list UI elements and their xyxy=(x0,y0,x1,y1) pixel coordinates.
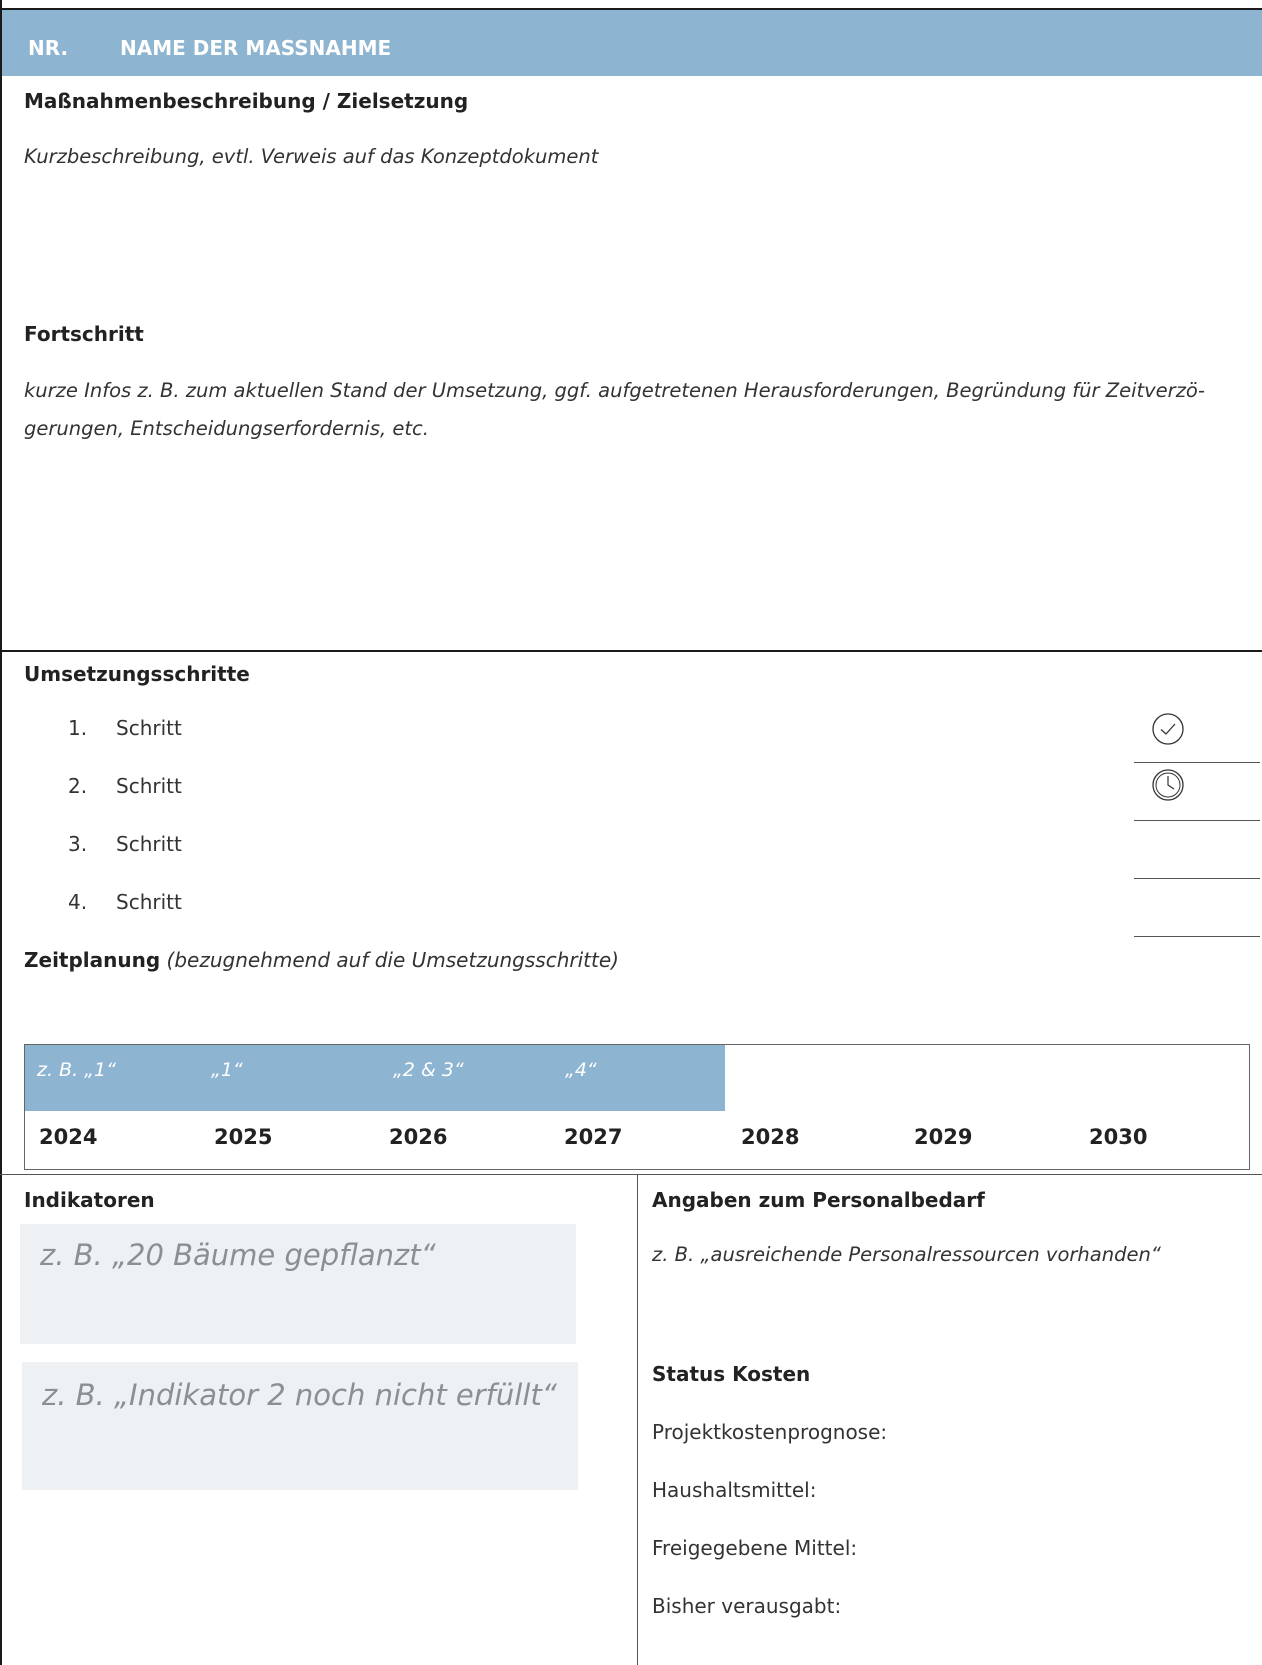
cost-freigegebene-mittel: Freigegebene Mittel: xyxy=(652,1536,858,1560)
timeline-label: „4“ xyxy=(565,1059,597,1081)
section-divider xyxy=(0,650,1262,652)
cost-haushaltsmittel: Haushaltsmittel: xyxy=(652,1478,817,1502)
indicator-box[interactable]: z. B. „Indikator 2 noch nicht erfüllt“ xyxy=(22,1362,578,1490)
step-label: Schritt xyxy=(116,774,182,798)
indicator-text: z. B. „Indikator 2 noch nicht erfüllt“ xyxy=(42,1378,557,1412)
timeline-year: 2025 xyxy=(214,1125,273,1149)
timeline-label: „1“ xyxy=(211,1059,243,1081)
schedule-title: Zeitplanung (bezugnehmend auf die Umsetz… xyxy=(24,948,619,972)
header-bar: NR. NAME DER MASSNAHME xyxy=(2,8,1262,76)
description-heading: Maßnahmenbeschreibung / Zielsetzung xyxy=(24,89,469,113)
step-number: 3. xyxy=(68,832,88,856)
step-label: Schritt xyxy=(116,832,182,856)
timeline-year: 2028 xyxy=(741,1125,800,1149)
timeline-year: 2024 xyxy=(39,1125,98,1149)
timeline: z. B. „1“ „1“ „2 & 3“ „4“ 2024 2025 2026… xyxy=(24,1044,1250,1170)
costs-heading: Status Kosten xyxy=(652,1362,811,1386)
indicators-heading: Indikatoren xyxy=(24,1188,155,1212)
step-number: 1. xyxy=(68,716,88,740)
timeline-label: „2 & 3“ xyxy=(393,1059,464,1081)
timeline-label: z. B. „1“ xyxy=(37,1059,116,1081)
progress-text-line-2: gerungen, Entscheidungserfordernis, etc. xyxy=(24,417,429,440)
check-circle-icon[interactable] xyxy=(1151,712,1185,746)
timeline-progress-bar xyxy=(25,1045,725,1111)
indicator-box[interactable]: z. B. „20 Bäume gepflanzt“ xyxy=(20,1224,576,1344)
progress-heading: Fortschritt xyxy=(24,322,144,346)
step-label: Schritt xyxy=(116,890,182,914)
progress-text-line-1: kurze Infos z. B. zum aktuellen Stand de… xyxy=(24,379,1205,402)
header-title: NAME DER MASSNAHME xyxy=(120,36,392,60)
schedule-heading: Zeitplanung xyxy=(24,948,161,972)
description-text: Kurzbeschreibung, evtl. Verweis auf das … xyxy=(24,145,599,168)
column-divider xyxy=(637,1174,638,1665)
timeline-year: 2026 xyxy=(389,1125,448,1149)
timeline-year: 2030 xyxy=(1089,1125,1148,1149)
step-status-rule xyxy=(1134,878,1260,879)
indicator-text: z. B. „20 Bäume gepflanzt“ xyxy=(40,1238,436,1272)
section-divider xyxy=(0,1174,1262,1175)
clock-icon[interactable] xyxy=(1151,768,1185,802)
schedule-subheading: (bezugnehmend auf die Umsetzungsschritte… xyxy=(166,948,619,972)
personnel-heading: Angaben zum Personalbedarf xyxy=(652,1188,985,1212)
cost-bisher-verausgabt: Bisher verausgabt: xyxy=(652,1594,842,1618)
timeline-year: 2029 xyxy=(914,1125,973,1149)
timeline-year: 2027 xyxy=(564,1125,623,1149)
personnel-text: z. B. „ausreichende Personalressourcen v… xyxy=(652,1243,1161,1266)
step-number: 2. xyxy=(68,774,88,798)
header-nr: NR. xyxy=(28,36,69,60)
cost-projektkostenprognose: Projektkostenprognose: xyxy=(652,1420,888,1444)
step-label: Schritt xyxy=(116,716,182,740)
step-status-rule xyxy=(1134,936,1260,937)
steps-heading: Umsetzungsschritte xyxy=(24,662,250,686)
step-status-rule xyxy=(1134,762,1260,763)
step-number: 4. xyxy=(68,890,88,914)
step-status-rule xyxy=(1134,820,1260,821)
